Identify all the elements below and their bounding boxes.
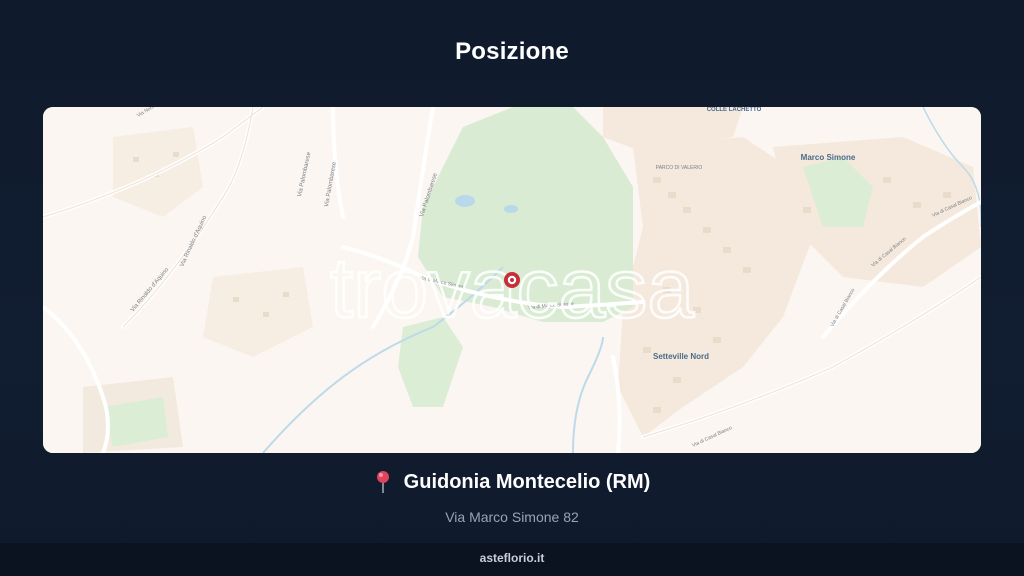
- round-pushpin-icon: [374, 470, 392, 494]
- city-name: Guidonia Montecelio (RM): [403, 470, 651, 493]
- place-label-marco-simone: Marco Simone: [801, 153, 856, 162]
- footer: asteflorio.it: [0, 543, 1024, 576]
- place-label-parco-di-valerio: PARCO DI VALERIO: [656, 165, 703, 171]
- footer-brand: asteflorio.it: [479, 551, 545, 565]
- street-address: Via Marco Simone 82: [445, 509, 579, 525]
- location-info: Guidonia Montecelio (RM) Via Marco Simon…: [0, 470, 1024, 525]
- page-title: Posizione: [455, 38, 569, 65]
- location-marker[interactable]: [504, 272, 520, 288]
- map-watermark: trovacasa: [330, 241, 694, 335]
- map-view[interactable]: COLLE LACHETTO Marco Simone PARCO DI VAL…: [43, 107, 981, 453]
- place-label-colle-lachetto: COLLE LACHETTO: [707, 107, 762, 113]
- map-canvas[interactable]: COLLE LACHETTO Marco Simone PARCO DI VAL…: [43, 107, 981, 453]
- place-label-setteville-nord: Setteville Nord: [653, 352, 709, 361]
